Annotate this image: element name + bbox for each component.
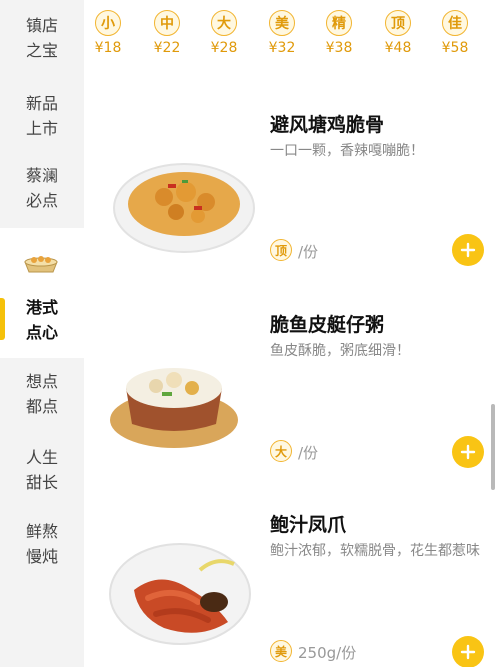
size-badge: 大 xyxy=(211,10,237,36)
sidebar-item-must-order[interactable]: 蔡澜必点 xyxy=(0,160,84,216)
plus-icon xyxy=(460,444,476,460)
dish-unit: /份 xyxy=(298,243,319,261)
price-tier-medium: 中 ¥22 xyxy=(139,10,195,56)
sidebar-item-signature[interactable]: 镇店之宝 xyxy=(0,10,84,66)
size-badge: 美 xyxy=(269,10,295,36)
sidebar-item-label: 蔡澜必点 xyxy=(25,166,58,210)
sidebar-item-label: 镇店之宝 xyxy=(25,16,58,60)
dish-name: 鲍汁凤爪 xyxy=(270,514,347,536)
tier-price: ¥38 xyxy=(325,40,353,56)
dish-name: 避风塘鸡脆骨 xyxy=(270,114,385,136)
scrollbar[interactable] xyxy=(491,404,495,490)
dish-photo xyxy=(113,163,255,253)
dish-photo xyxy=(110,368,238,448)
tier-price: ¥28 xyxy=(210,40,238,56)
tier-price: ¥22 xyxy=(153,40,181,56)
sidebar-item-anything[interactable]: 想点都点 xyxy=(0,366,84,422)
tier-price: ¥18 xyxy=(94,40,122,56)
sidebar-item-label: 想点都点 xyxy=(25,372,58,416)
size-badge: 小 xyxy=(95,10,121,36)
dish-description: 鱼皮酥脆，粥底细滑！ xyxy=(270,343,410,359)
price-tier-large: 大 ¥28 xyxy=(196,10,252,56)
dish-unit: /份 xyxy=(298,444,319,462)
size-badge: 美 xyxy=(270,640,292,662)
sidebar-item-new[interactable]: 新品上市 xyxy=(0,88,84,144)
size-badge: 精 xyxy=(326,10,352,36)
plus-icon xyxy=(460,644,476,660)
price-tier-top: 顶 ¥48 xyxy=(370,10,426,56)
size-badge: 顶 xyxy=(385,10,411,36)
sidebar-item-label: 人生甜长 xyxy=(25,448,58,492)
price-tier-fine: 美 ¥32 xyxy=(254,10,310,56)
tier-price: ¥58 xyxy=(441,40,469,56)
dish-name: 脆鱼皮艇仔粥 xyxy=(270,314,385,336)
size-badge: 顶 xyxy=(270,239,292,261)
add-to-cart-button[interactable] xyxy=(452,436,484,468)
dish-card[interactable]: 脆鱼皮艇仔粥 鱼皮酥脆，粥底细滑！ 大 /份 xyxy=(84,300,500,480)
dish-unit: 250g/份 xyxy=(298,644,357,662)
add-to-cart-button[interactable] xyxy=(452,636,484,667)
size-badge: 佳 xyxy=(442,10,468,36)
sidebar-item-label: 港式点心 xyxy=(25,298,58,342)
add-to-cart-button[interactable] xyxy=(452,234,484,266)
price-scale: 小 ¥18 中 ¥22 大 ¥28 美 ¥32 精 ¥38 顶 ¥48 佳 ¥5… xyxy=(84,0,500,70)
sidebar-item-label: 新品上市 xyxy=(25,94,58,138)
dish-card[interactable]: 鲍汁凤爪 鲍汁浓郁，软糯脱骨，花生都惹味 美 250g/份 xyxy=(84,500,500,667)
price-tier-small: 小 ¥18 xyxy=(80,10,136,56)
tier-price: ¥48 xyxy=(384,40,412,56)
plus-icon xyxy=(460,242,476,258)
dish-card[interactable]: 避风塘鸡脆骨 一口一颗，香辣嘎嘣脆！ 顶 /份 xyxy=(84,100,500,280)
sidebar-item-stews[interactable]: 鲜熬慢炖 xyxy=(0,516,84,572)
dim-sum-basket-icon xyxy=(24,256,58,273)
dish-photo xyxy=(109,543,251,645)
size-badge: 大 xyxy=(270,440,292,462)
size-badge: 中 xyxy=(154,10,180,36)
tier-price: ¥32 xyxy=(268,40,296,56)
dish-description: 一口一颗，香辣嘎嘣脆！ xyxy=(270,143,424,159)
price-tier-select: 精 ¥38 xyxy=(311,10,367,56)
sidebar-item-label: 鲜熬慢炖 xyxy=(25,522,58,566)
sidebar-item-desserts[interactable]: 人生甜长 xyxy=(0,442,84,498)
price-tier-premium: 佳 ¥58 xyxy=(427,10,483,56)
sidebar-item-dim-sum[interactable]: 港式点心 xyxy=(0,292,84,348)
dish-description: 鲍汁浓郁，软糯脱骨，花生都惹味 xyxy=(270,543,480,559)
